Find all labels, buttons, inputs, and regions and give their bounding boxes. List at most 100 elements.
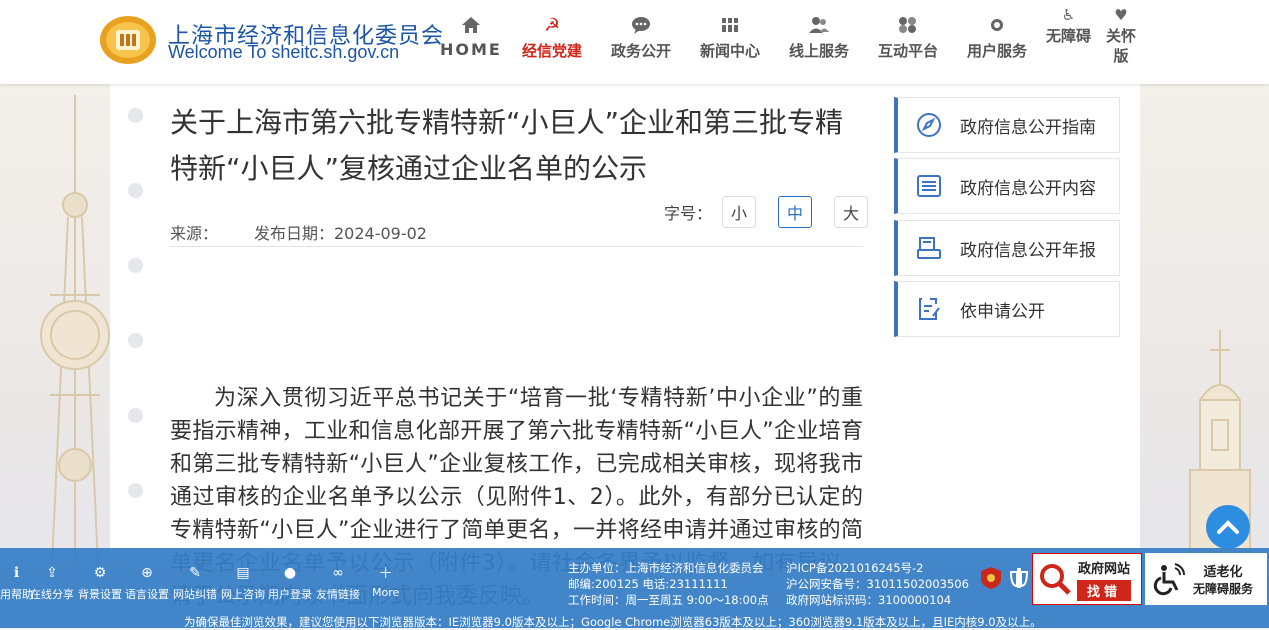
toolbar-label: 背景设置: [78, 588, 122, 601]
toolbar-label: 用户登录: [268, 588, 312, 601]
toolbar-share[interactable]: ⇪ 在线分享: [30, 564, 74, 602]
bottom-toolbar: ℹ 用帮助 ⇪ 在线分享 ⚙ 背景设置 ⊕ 语言设置 ✎ 网站纠错 ▤ 网上咨询…: [0, 548, 1269, 629]
nav-user-services[interactable]: 用户服务: [967, 14, 1027, 61]
share-icon: ⇪: [46, 565, 58, 581]
meta-divider: [170, 246, 863, 247]
nav-news-center[interactable]: 新闻中心: [700, 14, 760, 61]
oriental-pearl-tower-illustration: [40, 95, 110, 565]
elderly-title: 适老化: [1203, 565, 1243, 580]
sidebar-item-disclosure-guide[interactable]: 政府信息公开指南: [894, 97, 1120, 153]
wheelchair-icon: ♿: [1061, 6, 1076, 24]
sidebar-item-label: 政府信息公开年报: [960, 240, 1096, 261]
publish-date: 发布日期：2024-09-02: [254, 224, 427, 243]
font-size-label: 字号：: [664, 204, 713, 223]
nav-home[interactable]: HOME: [440, 14, 502, 59]
chat-bubble-icon: [631, 14, 651, 36]
link-icon: ∞: [332, 565, 344, 581]
sidebar-item-label: 政府信息公开指南: [960, 117, 1096, 138]
toolbar-label: 在线分享: [30, 588, 74, 601]
toolbar-label: 友情链接: [316, 588, 360, 601]
footer-sponsor: 主办单位：上海市经济和信息化委员会: [568, 561, 764, 575]
toolbar-label: 语言设置: [125, 588, 169, 601]
nav-label: 政务公开: [611, 42, 672, 60]
globe-icon: ⊕: [141, 565, 153, 581]
nav-label: 无障碍: [1046, 27, 1092, 45]
toolbar-label: More: [372, 586, 400, 599]
toolbar-site-correction[interactable]: ✎ 网站纠错: [173, 564, 217, 602]
compass-icon: [914, 110, 944, 140]
toolbar-background-settings[interactable]: ⚙ 背景设置: [78, 564, 122, 602]
plus-icon: ＋: [378, 566, 393, 582]
footer-site-code: 政府网站标识码：3100000104: [786, 593, 952, 607]
info-icon: ℹ: [13, 565, 20, 581]
dot: [128, 408, 143, 423]
magnifier-icon: [1040, 564, 1071, 595]
find-error-sub: 找错: [1077, 579, 1132, 601]
party-emblem-icon: ☭: [543, 14, 561, 36]
font-size-small-button[interactable]: 小: [722, 196, 757, 228]
nav-label: 关怀版: [1105, 27, 1136, 65]
site-logo[interactable]: [98, 14, 158, 66]
gov-emblem-icon[interactable]: [1008, 566, 1030, 590]
dot: [128, 333, 143, 348]
footer-contact: 邮编:200125 电话:23111111: [568, 577, 728, 591]
footer-badges: [980, 566, 1030, 590]
footer-info: 主办单位：上海市经济和信息化委员会 沪ICP备2021016245号-2 邮编:2…: [568, 560, 969, 608]
gov-site-find-error-button[interactable]: 政府网站 找错: [1032, 553, 1142, 605]
back-to-top-button[interactable]: [1206, 505, 1250, 549]
find-error-title: 政府网站: [1078, 561, 1131, 577]
toolbar-online-consult[interactable]: ▤ 网上咨询: [221, 564, 265, 602]
elderly-accessibility-button[interactable]: 适老化 无障碍服务: [1145, 553, 1267, 605]
article-title: 关于上海市第六批专精特新“小巨人”企业和第三批专精特新“小巨人”复核通过企业名单…: [170, 106, 844, 185]
sidebar-item-annual-report[interactable]: 政府信息公开年报: [894, 220, 1120, 276]
user-service-icon: [988, 14, 1006, 36]
sidebar-item-disclosure-content[interactable]: 政府信息公开内容: [894, 158, 1120, 214]
report-icon: [914, 233, 944, 263]
footer-icp[interactable]: 沪ICP备2021016245号-2: [786, 560, 924, 576]
toolbar-label: 网上咨询: [221, 588, 265, 601]
message-icon: ▤: [236, 565, 250, 581]
font-size-medium-button[interactable]: 中: [778, 196, 813, 228]
site-subtitle: Welcome To sheitc.sh.gov.cn: [168, 42, 400, 62]
nav-party-building[interactable]: ☭ 经信党建: [522, 14, 582, 61]
care-heart-icon: ♥: [1114, 6, 1128, 24]
dot: [128, 108, 143, 123]
site-header: 上海市经济和信息化委员会 Welcome To sheitc.sh.gov.cn…: [0, 0, 1269, 84]
settings-gear-icon: ⚙: [93, 565, 107, 581]
toolbar-user-login[interactable]: ● 用户登录: [268, 564, 312, 602]
nav-label: 经信党建: [522, 42, 583, 60]
sidebar-item-label: 依申请公开: [960, 301, 1045, 322]
sidebar-item-label: 政府信息公开内容: [960, 178, 1096, 199]
footer-hours: 工作时间：周一至周五 9:00～18:00点: [568, 593, 769, 607]
user-icon: ●: [283, 565, 297, 581]
nav-accessibility[interactable]: ♿ 无障碍: [1046, 6, 1091, 46]
nav-label: 线上服务: [789, 42, 850, 60]
interaction-icon: [898, 14, 918, 36]
font-size-large-button[interactable]: 大: [834, 196, 869, 228]
sidebar-item-apply-disclosure[interactable]: 依申请公开: [894, 281, 1120, 337]
nav-care-version[interactable]: ♥ 关怀版: [1104, 6, 1138, 66]
nav-label: 用户服务: [967, 42, 1028, 60]
toolbar-label: 用帮助: [0, 588, 33, 601]
toolbar-more[interactable]: ＋ More: [372, 564, 399, 599]
toolbar-friend-links[interactable]: ∞ 友情链接: [316, 564, 360, 602]
nav-interaction-platform[interactable]: 互动平台: [878, 14, 938, 61]
nav-label: 新闻中心: [700, 42, 761, 60]
toolbar-label: 网站纠错: [173, 588, 217, 601]
apply-form-icon: [914, 294, 944, 324]
users-icon: [808, 14, 830, 36]
source-label: 来源：: [170, 224, 219, 243]
chevron-up-icon: [1217, 520, 1239, 534]
footer-police-record[interactable]: 沪公网安备号：31011502003506: [786, 576, 969, 592]
nav-online-services[interactable]: 线上服务: [789, 14, 849, 61]
home-icon: [461, 14, 481, 36]
toolbar-language[interactable]: ⊕ 语言设置: [125, 564, 169, 602]
dot: [128, 183, 143, 198]
font-size-selector: 字号： 小 中 大: [664, 196, 869, 228]
party-badge-icon[interactable]: [980, 566, 1002, 590]
nav-label: 互动平台: [878, 42, 939, 60]
newspaper-icon: [721, 14, 739, 36]
nav-label: HOME: [440, 40, 502, 59]
nav-government-affairs[interactable]: 政务公开: [611, 14, 671, 61]
toolbar-help[interactable]: ℹ 用帮助: [0, 564, 33, 602]
